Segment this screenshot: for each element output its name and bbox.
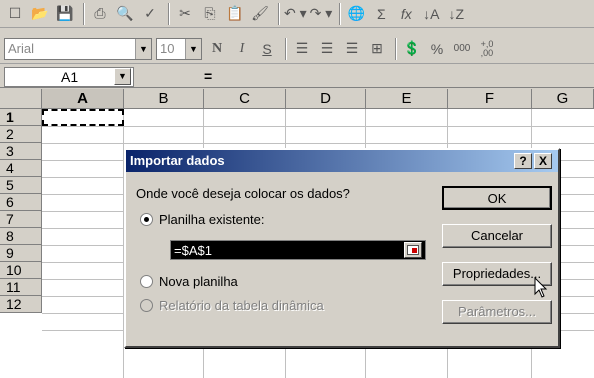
font-size-value: 10 <box>160 41 175 56</box>
radio-button[interactable] <box>140 213 153 226</box>
standard-toolbar: ☐ 📂 💾 ⎙ 🔍 ✓ ✂ ⎘ 📋 🖌 ↶ ▾ ↷ ▾ 🌐 Σ fx ↓A ↓Z <box>0 0 594 28</box>
import-data-dialog: Importar dados ? X Onde você deseja colo… <box>124 148 560 348</box>
underline-button[interactable]: S <box>256 38 278 60</box>
radio-new-sheet-label: Nova planilha <box>159 274 238 289</box>
row-header-8[interactable]: 8 <box>0 228 42 245</box>
radio-existing-sheet-label: Planilha existente: <box>159 212 265 227</box>
row-header-6[interactable]: 6 <box>0 194 42 211</box>
formula-bar: A1 ▼ = <box>0 66 594 88</box>
help-button[interactable]: ? <box>514 153 532 169</box>
format-painter-icon[interactable]: 🖌 <box>249 3 271 25</box>
radio-button[interactable] <box>140 275 153 288</box>
align-right-icon[interactable]: ☰ <box>341 38 363 60</box>
print-icon[interactable]: ⎙ <box>89 3 111 25</box>
row-header-2[interactable]: 2 <box>0 126 42 143</box>
column-header-c[interactable]: C <box>204 89 286 109</box>
toolbar-separator <box>278 2 280 25</box>
save-icon[interactable]: 💾 <box>54 3 76 25</box>
new-icon[interactable]: ☐ <box>4 3 26 25</box>
currency-icon[interactable]: 💲 <box>401 38 423 60</box>
row-header-11[interactable]: 11 <box>0 279 42 296</box>
radio-new-sheet[interactable]: Nova planilha <box>140 274 238 289</box>
reference-input[interactable]: =$A$1 <box>170 240 426 260</box>
select-all-corner[interactable] <box>0 89 42 109</box>
parameters-button: Parâmetros... <box>442 300 552 324</box>
toolbar-separator <box>285 37 287 60</box>
formatting-toolbar: Arial ▼ 10 ▼ N I S ☰ ☰ ☰ ⊞ 💲 % 000 +,0 ,… <box>0 34 594 64</box>
thousands-button[interactable]: 000 <box>451 38 473 60</box>
column-header-g[interactable]: G <box>532 89 594 109</box>
copy-icon[interactable]: ⎘ <box>199 3 221 25</box>
chevron-down-icon: ▼ <box>185 38 201 59</box>
print-preview-icon[interactable]: 🔍 <box>114 3 136 25</box>
increase-decimal-button[interactable]: +,0 ,00 <box>476 38 498 60</box>
row-header-1[interactable]: 1 <box>0 109 42 126</box>
italic-button[interactable]: I <box>231 38 253 60</box>
merge-center-icon[interactable]: ⊞ <box>366 38 388 60</box>
autosum-icon[interactable]: Σ <box>370 3 392 25</box>
bold-button[interactable]: N <box>206 38 228 60</box>
radio-pivot-table-label: Relatório da tabela dinâmica <box>159 298 324 313</box>
toolbar-separator <box>395 37 397 60</box>
radio-button <box>140 299 153 312</box>
chevron-down-icon: ▼ <box>135 38 151 59</box>
row-header-12[interactable]: 12 <box>0 296 42 313</box>
grid-line <box>42 126 594 127</box>
formula-equals-button[interactable]: = <box>204 68 212 84</box>
cancel-button[interactable]: Cancelar <box>442 224 552 248</box>
align-left-icon[interactable]: ☰ <box>291 38 313 60</box>
hyperlink-icon[interactable]: 🌐 <box>345 3 367 25</box>
redo-icon[interactable]: ↷ ▾ <box>310 3 333 25</box>
column-header-d[interactable]: D <box>286 89 366 109</box>
chevron-down-icon[interactable]: ▼ <box>114 68 131 85</box>
paste-icon[interactable]: 📋 <box>224 3 246 25</box>
destination-question: Onde você deseja colocar os dados? <box>136 186 350 201</box>
close-button[interactable]: X <box>534 153 552 169</box>
toolbar-separator <box>168 2 170 25</box>
radio-pivot-table: Relatório da tabela dinâmica <box>140 298 324 313</box>
column-header-e[interactable]: E <box>366 89 448 109</box>
grid-line <box>42 143 594 144</box>
row-header-4[interactable]: 4 <box>0 160 42 177</box>
sort-ascending-icon[interactable]: ↓A <box>420 3 442 25</box>
spelling-icon[interactable]: ✓ <box>139 3 161 25</box>
row-header-10[interactable]: 10 <box>0 262 42 279</box>
font-name-value: Arial <box>8 41 35 56</box>
sort-descending-icon[interactable]: ↓Z <box>445 3 467 25</box>
ok-button[interactable]: OK <box>442 186 552 210</box>
collapse-dialog-icon[interactable] <box>404 242 422 258</box>
active-cell-marquee[interactable] <box>42 109 124 126</box>
toolbar-separator <box>339 2 342 25</box>
cut-icon[interactable]: ✂ <box>174 3 196 25</box>
function-icon[interactable]: fx <box>395 3 417 25</box>
row-header-7[interactable]: 7 <box>0 211 42 228</box>
font-name-select[interactable]: Arial ▼ <box>4 37 152 60</box>
open-icon[interactable]: 📂 <box>29 3 51 25</box>
column-header-a[interactable]: A <box>42 89 124 109</box>
column-header-b[interactable]: B <box>124 89 204 109</box>
percent-button[interactable]: % <box>426 38 448 60</box>
radio-existing-sheet[interactable]: Planilha existente: <box>140 212 265 227</box>
row-header-9[interactable]: 9 <box>0 245 42 262</box>
undo-icon[interactable]: ↶ ▾ <box>284 3 307 25</box>
dialog-title: Importar dados <box>126 150 558 172</box>
align-center-icon[interactable]: ☰ <box>316 38 338 60</box>
column-header-f[interactable]: F <box>448 89 532 109</box>
row-header-5[interactable]: 5 <box>0 177 42 194</box>
mouse-pointer-icon <box>534 277 548 298</box>
font-size-select[interactable]: 10 ▼ <box>156 37 202 60</box>
row-header-3[interactable]: 3 <box>0 143 42 160</box>
toolbar-separator <box>83 2 85 25</box>
